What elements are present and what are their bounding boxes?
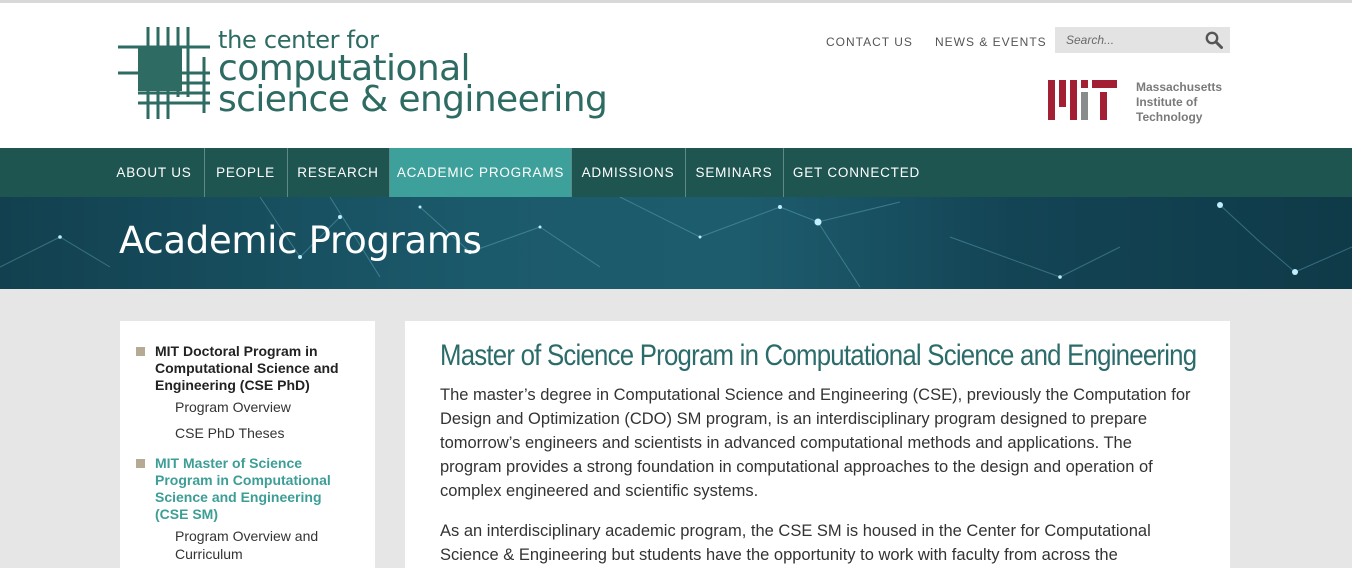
sidebar-item-label: Science and Engineering <box>155 489 322 505</box>
mit-line-1: Massachusetts <box>1136 80 1223 94</box>
sidebar-item-label: Computational Science and <box>155 360 339 376</box>
site-header: the center for computational science & e… <box>0 3 1352 148</box>
page-title: Academic Programs <box>119 219 482 262</box>
nav-about-us[interactable]: ABOUT US <box>105 148 203 197</box>
sidebar-link-sm-program-overview[interactable]: Program Overview and Curriculum <box>175 527 318 563</box>
sidebar-menu: MIT Doctoral Program in Computational Sc… <box>120 321 375 568</box>
sidebar-link-label: Program Overview and <box>175 528 319 544</box>
mit-line-3: Technology <box>1136 110 1203 124</box>
logo-wordmark: the center for computational science & e… <box>218 27 608 120</box>
sidebar-link-label: Curriculum <box>175 546 243 562</box>
sidebar-link-phd-program-overview[interactable]: Program Overview <box>175 398 291 416</box>
mit-logo[interactable]: Massachusetts Institute of Technology <box>1048 79 1238 124</box>
paragraph-line: Design and Optimization (CDO) SM program… <box>440 410 1148 428</box>
mit-line-2: Institute of <box>1136 95 1198 109</box>
news-events-link[interactable]: NEWS & EVENTS <box>935 35 1047 49</box>
intro-paragraph: The master’s degree in Computational Sci… <box>440 383 1205 503</box>
nav-seminars[interactable]: SEMINARS <box>686 148 782 197</box>
paragraph-line: Science & Engineering but students have … <box>440 546 1118 564</box>
sidebar-link-cse-phd-theses[interactable]: CSE PhD Theses <box>175 424 284 442</box>
mit-logo-icon <box>1048 80 1117 120</box>
sidebar-item-cse-phd[interactable]: MIT Doctoral Program in Computational Sc… <box>155 343 339 394</box>
paragraph-line: program provides a strong foundation in … <box>440 458 1153 476</box>
cces-logo[interactable]: the center for computational science & e… <box>118 27 608 127</box>
sidebar-item-label: Engineering (CSE PhD) <box>155 377 310 393</box>
grid-logo-icon <box>118 27 210 119</box>
sidebar-item-cse-sm[interactable]: MIT Master of Science Program in Computa… <box>155 455 331 523</box>
sidebar-item-label: (CSE SM) <box>155 506 218 522</box>
main-nav: ABOUT US PEOPLE RESEARCH ACADEMIC PROGRA… <box>0 148 1352 197</box>
search-icon[interactable] <box>1205 31 1223 49</box>
paragraph-line: complex engineered and scientific system… <box>440 482 759 500</box>
nav-get-connected[interactable]: GET CONNECTED <box>784 148 929 197</box>
paragraph-line: tomorrow’s engineers and scientists in a… <box>440 434 1132 452</box>
paragraph-line: As an interdisciplinary academic program… <box>440 522 1151 540</box>
nav-admissions[interactable]: ADMISSIONS <box>572 148 684 197</box>
bullet-icon <box>136 459 145 468</box>
second-paragraph: As an interdisciplinary academic program… <box>440 519 1205 567</box>
main-content: Master of Science Program in Computation… <box>405 321 1230 568</box>
nav-people[interactable]: PEOPLE <box>205 148 286 197</box>
nav-research[interactable]: RESEARCH <box>288 148 388 197</box>
logo-line-3: science & engineering <box>218 79 608 120</box>
search-input[interactable] <box>1055 27 1195 53</box>
page-banner: Academic Programs <box>0 197 1352 289</box>
nav-academic-programs[interactable]: ACADEMIC PROGRAMS <box>390 148 571 197</box>
sidebar-item-label: Program in Computational <box>155 472 331 488</box>
bullet-icon <box>136 347 145 356</box>
mit-wordmark: Massachusetts Institute of Technology <box>1136 80 1222 125</box>
sidebar-item-label: MIT Master of Science <box>155 455 303 471</box>
content-title: Master of Science Program in Computation… <box>440 339 1197 372</box>
sidebar-item-label: MIT Doctoral Program in <box>155 343 318 359</box>
search-box <box>1055 27 1230 53</box>
paragraph-line: The master’s degree in Computational Sci… <box>440 386 1191 404</box>
contact-us-link[interactable]: CONTACT US <box>826 35 913 49</box>
